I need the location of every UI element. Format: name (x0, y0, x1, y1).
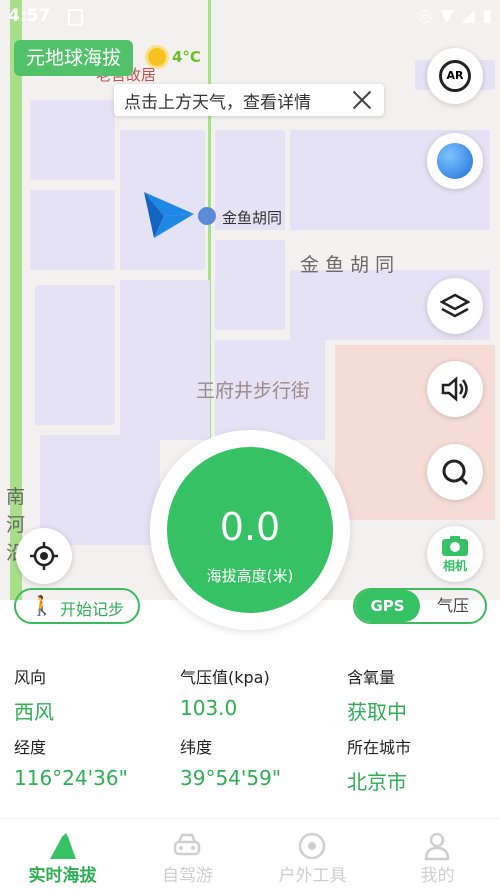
layers-button[interactable] (427, 278, 483, 334)
search-button[interactable] (427, 444, 483, 500)
info-value: 39°54'59" (180, 766, 282, 790)
tab-altitude[interactable]: 实时海拔 (0, 819, 125, 889)
info-wind: 风向 西风 (14, 664, 54, 725)
tab-mine[interactable]: 我的 (375, 819, 500, 889)
app-title-chip[interactable]: 元地球海拔 (14, 40, 134, 76)
weather-widget[interactable]: 4°C (148, 48, 201, 66)
walk-icon: 🚶 (30, 595, 54, 617)
battery-icon: ▮ (482, 6, 492, 26)
info-value: 西风 (14, 700, 54, 724)
mode-toggle[interactable]: GPS 气压 (353, 588, 487, 624)
map-block (120, 280, 210, 440)
station-label: 金鱼胡同 (222, 209, 283, 227)
info-value: 103.0 (180, 696, 238, 720)
camera-button[interactable]: 相机 (427, 526, 483, 582)
map-block (35, 285, 115, 425)
ar-button[interactable]: AR (427, 48, 483, 104)
info-longitude: 经度 116°24'36" (14, 734, 128, 790)
info-pressure: 气压值(kpa) 103.0 (180, 664, 270, 720)
info-key: 风向 (14, 668, 47, 687)
info-value: 北京市 (347, 770, 407, 794)
tab-outdoor-tools[interactable]: 户外工具 (250, 819, 375, 889)
river-label-1: 南 (6, 486, 26, 508)
globe-icon (437, 143, 473, 179)
person-icon (424, 832, 450, 861)
speaker-icon (441, 376, 468, 402)
info-key: 气压值(kpa) (180, 668, 270, 687)
map-block (40, 435, 160, 545)
subway-icon (198, 207, 216, 225)
sound-button[interactable] (427, 361, 483, 417)
tab-label: 自驾游 (162, 866, 213, 886)
layers-icon (440, 293, 470, 318)
info-key: 纬度 (180, 738, 213, 757)
tab-label: 户外工具 (278, 866, 347, 886)
tab-label: 我的 (420, 866, 455, 886)
signal-icon: ◢ (461, 6, 475, 26)
weather-tip-banner: 点击上方天气，查看详情 (114, 84, 384, 116)
mountain-icon (50, 833, 76, 859)
tab-drive[interactable]: 自驾游 (125, 819, 250, 889)
info-oxygen: 含氧量 获取中 (347, 664, 407, 725)
camera-icon (442, 535, 468, 556)
sun-icon (148, 48, 166, 66)
pressure-option[interactable]: 气压 (421, 590, 485, 622)
bottom-tab-bar: 实时海拔 自驾游 户外工具 我的 (0, 818, 500, 889)
compass-icon (298, 832, 326, 860)
locate-button[interactable] (16, 528, 72, 584)
status-time: 4:57 (8, 6, 51, 26)
temperature: 4°C (172, 48, 201, 66)
street-label: 王府井步行街 (196, 380, 311, 402)
info-key: 所在城市 (347, 738, 412, 757)
info-latitude: 纬度 39°54'59" (180, 734, 281, 790)
notification-icon (68, 9, 83, 26)
gps-option[interactable]: GPS (355, 590, 420, 622)
street-label: 金 鱼 胡 同 (300, 254, 395, 276)
tab-label: 实时海拔 (28, 866, 97, 886)
car-icon (173, 833, 201, 856)
crosshair-icon (30, 542, 58, 570)
status-icons: ◎ ▼ ◢ ▮ (418, 6, 492, 26)
info-key: 含氧量 (347, 668, 396, 687)
location-arrow-icon (144, 192, 194, 238)
status-bar: 4:57 ◎ ▼ ◢ ▮ (0, 0, 500, 34)
altitude-gauge: 0.0 海拔高度(米) (167, 447, 333, 613)
info-city: 所在城市 北京市 (347, 734, 411, 795)
start-record-button[interactable]: 🚶 开始记步 (14, 588, 140, 624)
altitude-value: 0.0 (219, 505, 281, 549)
map-block (215, 240, 285, 330)
info-panel: 🚶 开始记步 GPS 气压 风向 西风 气压值(kpa) 103.0 含氧量 获… (0, 588, 500, 818)
altitude-label: 海拔高度(米) (206, 567, 294, 585)
ar-icon: AR (439, 60, 471, 92)
location-status-icon: ◎ (417, 6, 433, 26)
search-icon (442, 459, 469, 486)
close-icon[interactable] (348, 86, 376, 114)
info-value: 116°24'36" (14, 766, 128, 790)
tip-text: 点击上方天气，查看详情 (124, 92, 311, 113)
map-block (30, 190, 115, 270)
start-record-label: 开始记步 (60, 600, 125, 619)
camera-label: 相机 (442, 558, 467, 573)
globe-button[interactable] (427, 133, 483, 189)
info-key: 经度 (14, 738, 47, 757)
map-block (30, 100, 115, 180)
river-label-2: 河 (6, 514, 26, 536)
info-value: 获取中 (347, 700, 407, 724)
wifi-icon: ▼ (440, 6, 454, 26)
